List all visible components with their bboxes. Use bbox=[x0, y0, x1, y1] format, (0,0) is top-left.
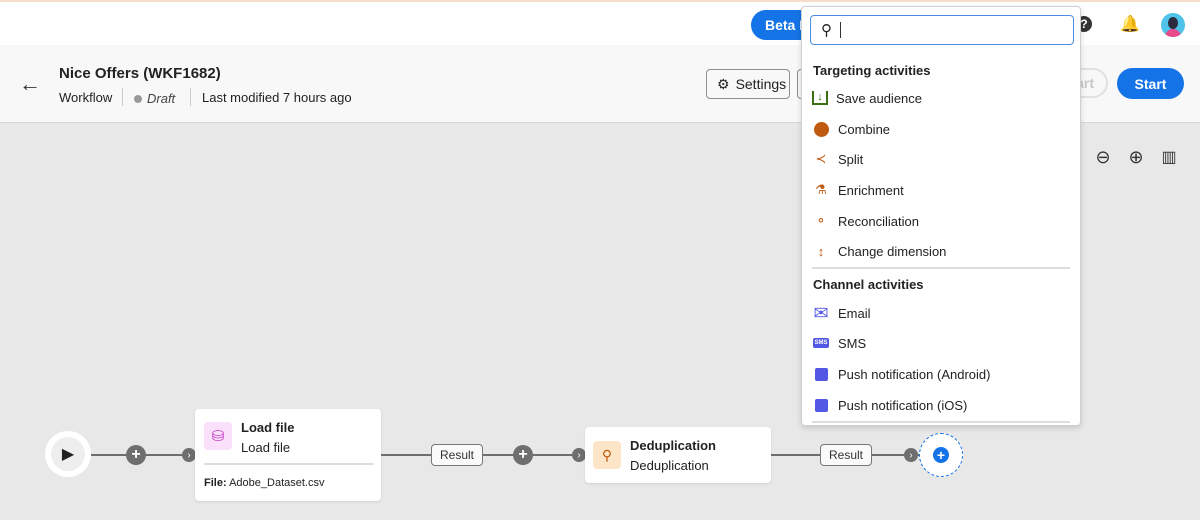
reconciliation-icon: ⚬ bbox=[815, 213, 827, 228]
chevron-right-icon: › bbox=[904, 448, 918, 462]
flask-icon: ⚗ bbox=[815, 182, 827, 197]
menu-item-reconciliation[interactable]: ⚬ Reconciliation bbox=[812, 209, 1072, 233]
play-icon: ▶ bbox=[51, 437, 85, 471]
section-targeting: Targeting activities bbox=[813, 63, 931, 78]
minimap-icon[interactable]: ▥ bbox=[1158, 146, 1180, 168]
deduplication-node[interactable]: ⚲ Deduplication Deduplication bbox=[585, 427, 771, 483]
node-title: Deduplication bbox=[630, 438, 716, 453]
menu-item-split[interactable]: ≺ Split bbox=[812, 147, 1072, 171]
menu-item-save-audience[interactable]: ↓ Save audience bbox=[812, 86, 1072, 110]
change-dimension-icon: ↕ bbox=[817, 243, 825, 259]
search-icon: ⚲ bbox=[821, 22, 832, 39]
start-button[interactable]: Start bbox=[1117, 68, 1184, 99]
chevron-right-icon: › bbox=[182, 448, 196, 462]
file-label: File: bbox=[204, 477, 227, 489]
load-file-icon: ⛁ bbox=[204, 422, 232, 450]
divider bbox=[204, 463, 373, 465]
divider bbox=[122, 88, 123, 106]
menu-item-change-dimension[interactable]: ↕ Change dimension bbox=[812, 239, 1072, 263]
settings-label: Settings bbox=[735, 76, 787, 92]
zoom-in-icon[interactable]: ⊕ bbox=[1125, 146, 1147, 168]
divider bbox=[812, 267, 1070, 269]
save-audience-icon: ↓ bbox=[812, 91, 828, 105]
split-icon: ≺ bbox=[815, 151, 827, 166]
activity-picker: ⚲ Targeting activities ↓ Save audience Co… bbox=[801, 6, 1081, 426]
menu-item-combine[interactable]: Combine bbox=[812, 117, 1072, 141]
push-notification-icon bbox=[812, 365, 830, 383]
menu-item-email[interactable]: ✉ Email bbox=[812, 301, 1072, 325]
page-title: Nice Offers (WKF1682) bbox=[59, 65, 221, 82]
add-activity-placeholder[interactable]: + bbox=[919, 433, 963, 477]
text-cursor bbox=[840, 22, 841, 38]
start-node[interactable]: ▶ bbox=[45, 431, 91, 477]
push-notification-icon bbox=[812, 396, 830, 414]
bell-icon[interactable]: 🔔 bbox=[1120, 14, 1140, 34]
status-badge: Draft bbox=[147, 91, 176, 106]
node-subtitle: Deduplication bbox=[630, 458, 709, 473]
section-channel: Channel activities bbox=[813, 277, 924, 292]
settings-button[interactable]: ⚙ Settings bbox=[706, 69, 790, 99]
zoom-out-icon[interactable]: ⊖ bbox=[1092, 146, 1114, 168]
plus-icon: + bbox=[933, 447, 949, 463]
avatar[interactable] bbox=[1161, 13, 1185, 37]
menu-item-push-android[interactable]: Push notification (Android) bbox=[812, 362, 1072, 386]
combine-icon bbox=[812, 120, 830, 138]
result-label[interactable]: Result bbox=[820, 444, 873, 466]
activity-search-input[interactable]: ⚲ bbox=[810, 15, 1074, 45]
result-label[interactable]: Result bbox=[431, 444, 484, 466]
workflow-type: Workflow bbox=[59, 90, 113, 105]
back-arrow-icon[interactable]: ← bbox=[19, 71, 41, 97]
divider bbox=[812, 421, 1070, 423]
menu-item-push-ios[interactable]: Push notification (iOS) bbox=[812, 393, 1072, 417]
add-activity-button[interactable]: + bbox=[126, 445, 146, 465]
divider bbox=[190, 88, 191, 106]
menu-item-enrichment[interactable]: ⚗ Enrichment bbox=[812, 178, 1072, 202]
node-subtitle: Load file bbox=[241, 440, 291, 455]
deduplication-icon: ⚲ bbox=[593, 441, 621, 469]
add-activity-button[interactable]: + bbox=[513, 445, 533, 465]
email-icon: ✉ bbox=[813, 302, 829, 323]
node-title: Load file bbox=[241, 420, 295, 435]
file-value: Adobe_Dataset.csv bbox=[229, 477, 325, 489]
status-dot-icon bbox=[134, 95, 142, 103]
menu-item-sms[interactable]: SMS SMS bbox=[812, 331, 1072, 355]
chevron-right-icon: › bbox=[572, 448, 586, 462]
last-modified: Last modified 7 hours ago bbox=[202, 90, 352, 105]
gear-icon: ⚙ bbox=[717, 75, 730, 92]
sms-icon: SMS bbox=[813, 338, 829, 348]
load-file-node[interactable]: ⛁ Load file Load file File: Adobe_Datase… bbox=[195, 409, 381, 501]
